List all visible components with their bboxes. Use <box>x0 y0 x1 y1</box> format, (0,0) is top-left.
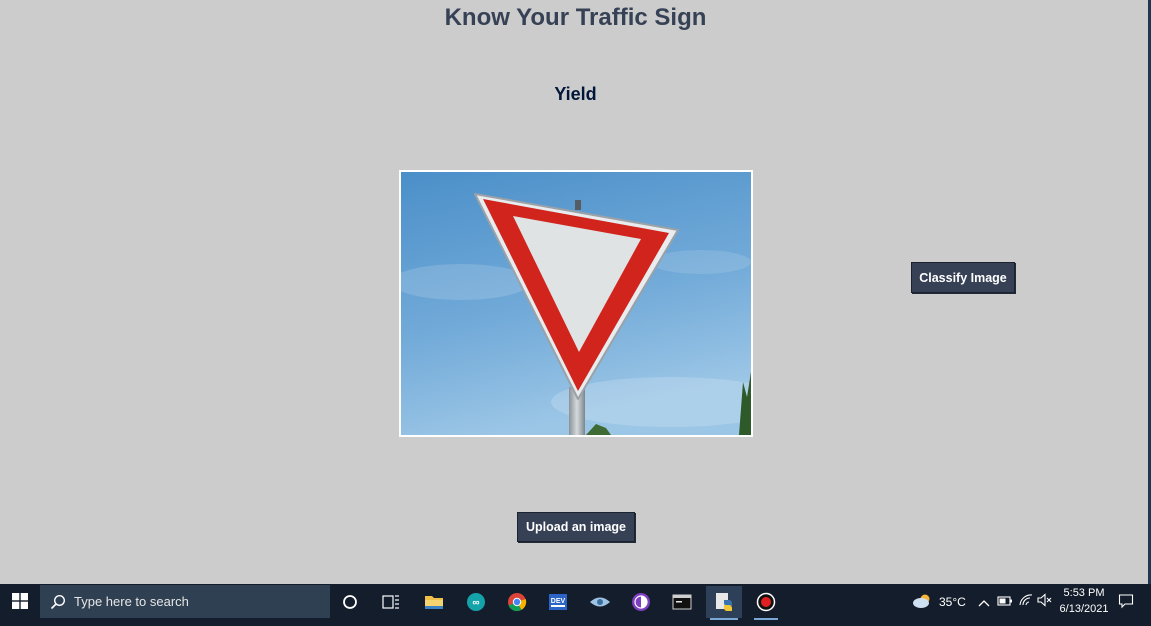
cortana-icon[interactable] <box>332 586 368 618</box>
terminal-icon[interactable] <box>664 586 700 618</box>
start-button[interactable] <box>0 584 40 618</box>
chevron-up-icon[interactable] <box>978 595 990 613</box>
app-eye-icon[interactable] <box>582 586 618 618</box>
taskbar: Type here to search ∞ DEV 35°C 5:53 PM 6… <box>0 584 1151 626</box>
weather-temperature[interactable]: 35°C <box>939 595 966 609</box>
uploaded-image <box>399 170 753 437</box>
screen-recorder-icon[interactable] <box>748 586 784 620</box>
svg-text:DEV: DEV <box>551 598 566 605</box>
wifi-icon[interactable] <box>1018 593 1034 612</box>
app-window: Know Your Traffic Sign Yield Classify Im… <box>0 0 1148 584</box>
taskbar-search-box[interactable]: Type here to search <box>40 585 330 618</box>
windows-logo-icon <box>12 593 28 609</box>
dev-icon[interactable]: DEV <box>540 586 576 618</box>
upload-image-button[interactable]: Upload an image <box>517 512 635 542</box>
clock-date[interactable]: 6/13/2021 <box>1058 603 1110 615</box>
python-icon[interactable] <box>706 586 742 620</box>
task-view-icon[interactable] <box>373 586 409 618</box>
yield-sign-photo <box>401 172 751 435</box>
battery-icon[interactable] <box>997 594 1013 612</box>
classify-image-button[interactable]: Classify Image <box>911 262 1015 293</box>
tor-browser-icon[interactable] <box>623 586 659 618</box>
search-icon <box>50 594 66 609</box>
svg-text:∞: ∞ <box>472 598 479 609</box>
chrome-icon[interactable] <box>499 586 535 618</box>
partly-cloudy-icon[interactable] <box>912 592 934 615</box>
file-explorer-icon[interactable] <box>416 586 452 618</box>
clock-time[interactable]: 5:53 PM <box>1060 587 1108 599</box>
page-title: Know Your Traffic Sign <box>444 4 707 31</box>
arduino-icon[interactable]: ∞ <box>458 586 494 618</box>
volume-muted-icon[interactable] <box>1037 593 1053 612</box>
classification-result: Yield <box>554 84 597 104</box>
search-placeholder: Type here to search <box>74 594 189 609</box>
notification-icon[interactable] <box>1118 593 1134 614</box>
